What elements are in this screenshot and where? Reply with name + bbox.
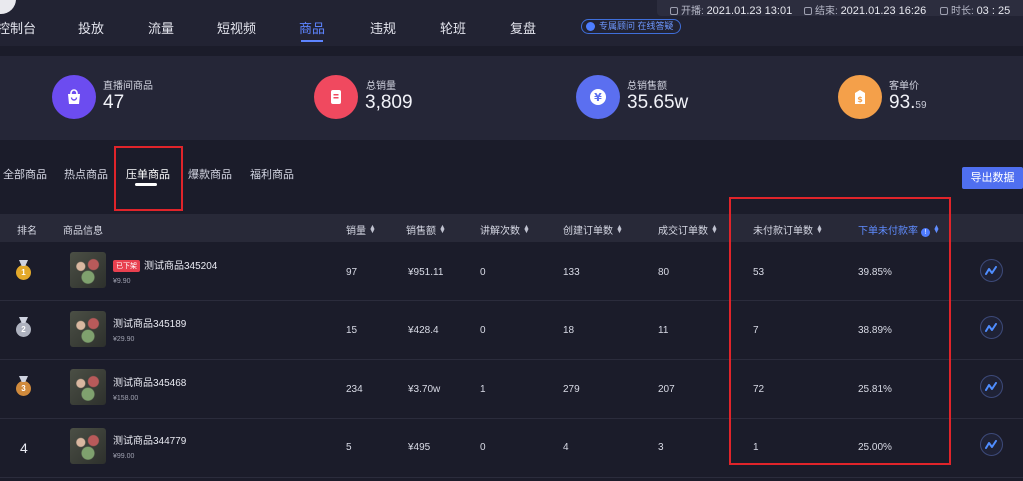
cell-revenue: ¥495 [408,442,431,453]
shopping-bag-icon [52,75,96,119]
stat-label-products: 直播间商品 [103,81,153,92]
product-thumbnail[interactable] [70,311,106,347]
product-name[interactable]: 已下架 测试商品345204 [113,257,217,272]
chat-icon [586,22,595,31]
cell-explains: 0 [480,267,486,278]
nav-item-console[interactable]: 控制台 [0,18,36,37]
calendar-icon [804,7,812,15]
highlight-box-tab [114,146,183,211]
stat-value-sales: 3,809 [365,92,413,113]
sort-icon: ▲ ▼ [711,224,718,235]
delisted-badge: 已下架 [113,260,140,272]
gold-medal-icon: 1 [16,265,31,280]
product-thumbnail[interactable] [70,428,106,464]
trend-chart-button[interactable] [980,375,1003,398]
nav-active-underline [301,40,323,42]
cell-revenue: ¥3.70w [408,384,441,395]
start-time: 开播: 2021.01.23 13:01 [670,2,792,17]
cell-paid-orders: 80 [658,267,670,278]
cell-revenue: ¥428.4 [408,325,439,336]
cell-paid-orders: 11 [658,325,669,336]
header-sales[interactable]: 销量 ▲ ▼ [346,222,376,237]
rank-number: 4 [20,440,28,456]
trend-chart-button[interactable] [980,433,1003,456]
nav-item-shifts[interactable]: 轮班 [440,18,466,37]
header-paid-orders[interactable]: 成交订单数 ▲ ▼ [658,222,718,237]
stat-value-revenue: 35.65w [627,92,689,113]
header-rank: 排名 [17,226,37,237]
cell-paid-orders: 207 [658,384,675,395]
sort-icon: ▲ ▼ [523,224,530,235]
export-data-button[interactable]: 导出数据 [962,167,1023,189]
header-product-info: 商品信息 [63,226,103,237]
svg-text:¥: ¥ [594,91,602,104]
highlight-box-unpaid-columns [729,197,951,465]
trend-icon [985,265,997,275]
tab-bestseller-products[interactable]: 爆款商品 [188,166,232,182]
header-created-orders[interactable]: 创建订单数 ▲ ▼ [563,222,623,237]
cell-explains: 1 [480,384,486,395]
product-name[interactable]: 测试商品345468 [113,374,186,389]
cell-sales: 234 [346,384,363,395]
header-revenue[interactable]: 销售额 ▲ ▼ [406,222,446,237]
stat-label-sales: 总销量 [366,81,396,92]
product-name[interactable]: 测试商品344779 [113,432,186,447]
nav-item-review[interactable]: 复盘 [510,18,536,37]
svg-text:$: $ [857,95,863,104]
tab-all-products[interactable]: 全部商品 [3,166,47,182]
product-price: ¥29.90 [113,336,135,343]
stat-label-revenue: 总销售额 [627,81,667,92]
product-price: ¥158.00 [113,395,139,402]
sort-icon: ▲ ▼ [369,224,376,235]
cell-paid-orders: 3 [658,442,664,453]
duration: 时长: 03 : 25 [940,2,1010,17]
logo [0,0,16,14]
nav-item-delivery[interactable]: 投放 [78,18,104,37]
cell-revenue: ¥951.11 [408,267,444,278]
cell-sales: 97 [346,267,358,278]
product-name[interactable]: 测试商品345189 [113,315,186,330]
stat-value-products: 47 [103,92,125,113]
consultant-button[interactable]: 专属顾问 在线答疑 [581,19,681,34]
nav-item-traffic[interactable]: 流量 [148,18,174,37]
trend-icon [985,381,997,391]
hourglass-icon [940,7,948,15]
price-tag-icon: $ [838,75,882,119]
header-explains[interactable]: 讲解次数 ▲ ▼ [480,222,530,237]
silver-medal-icon: 2 [16,322,31,337]
product-price: ¥99.00 [113,453,135,460]
product-thumbnail[interactable] [70,369,106,405]
trend-icon [985,439,997,449]
consultant-label: 专属顾问 在线答疑 [599,21,674,31]
sort-icon: ▲ ▼ [616,224,623,235]
product-price: ¥9.90 [113,278,131,285]
document-icon [314,75,358,119]
yen-icon: ¥ [576,75,620,119]
calendar-icon [670,7,678,15]
cell-sales: 15 [346,325,358,336]
stat-label-avg-price: 客单价 [889,81,919,92]
cell-sales: 5 [346,442,352,453]
cell-explains: 0 [480,325,486,336]
trend-icon [985,322,997,332]
cell-explains: 0 [480,442,486,453]
nav-item-products[interactable]: 商品 [299,18,325,37]
nav-item-violations[interactable]: 违规 [370,18,396,37]
cell-created-orders: 18 [563,325,575,336]
nav-item-short-video[interactable]: 短视频 [217,18,256,37]
tab-welfare-products[interactable]: 福利商品 [250,166,294,182]
bronze-medal-icon: 3 [16,381,31,396]
trend-chart-button[interactable] [980,259,1003,282]
sort-icon: ▲ ▼ [439,224,446,235]
cell-created-orders: 4 [563,442,569,453]
session-time-bar: 开播: 2021.01.23 13:01 结束: 2021.01.23 16:2… [657,0,1023,17]
stat-value-avg-price: 93.59 [889,92,927,113]
tab-hot-products[interactable]: 热点商品 [64,166,108,182]
trend-chart-button[interactable] [980,316,1003,339]
product-thumbnail[interactable] [70,252,106,288]
cell-created-orders: 279 [563,384,580,395]
cell-created-orders: 133 [563,267,580,278]
end-time: 结束: 2021.01.23 16:26 [804,2,926,17]
